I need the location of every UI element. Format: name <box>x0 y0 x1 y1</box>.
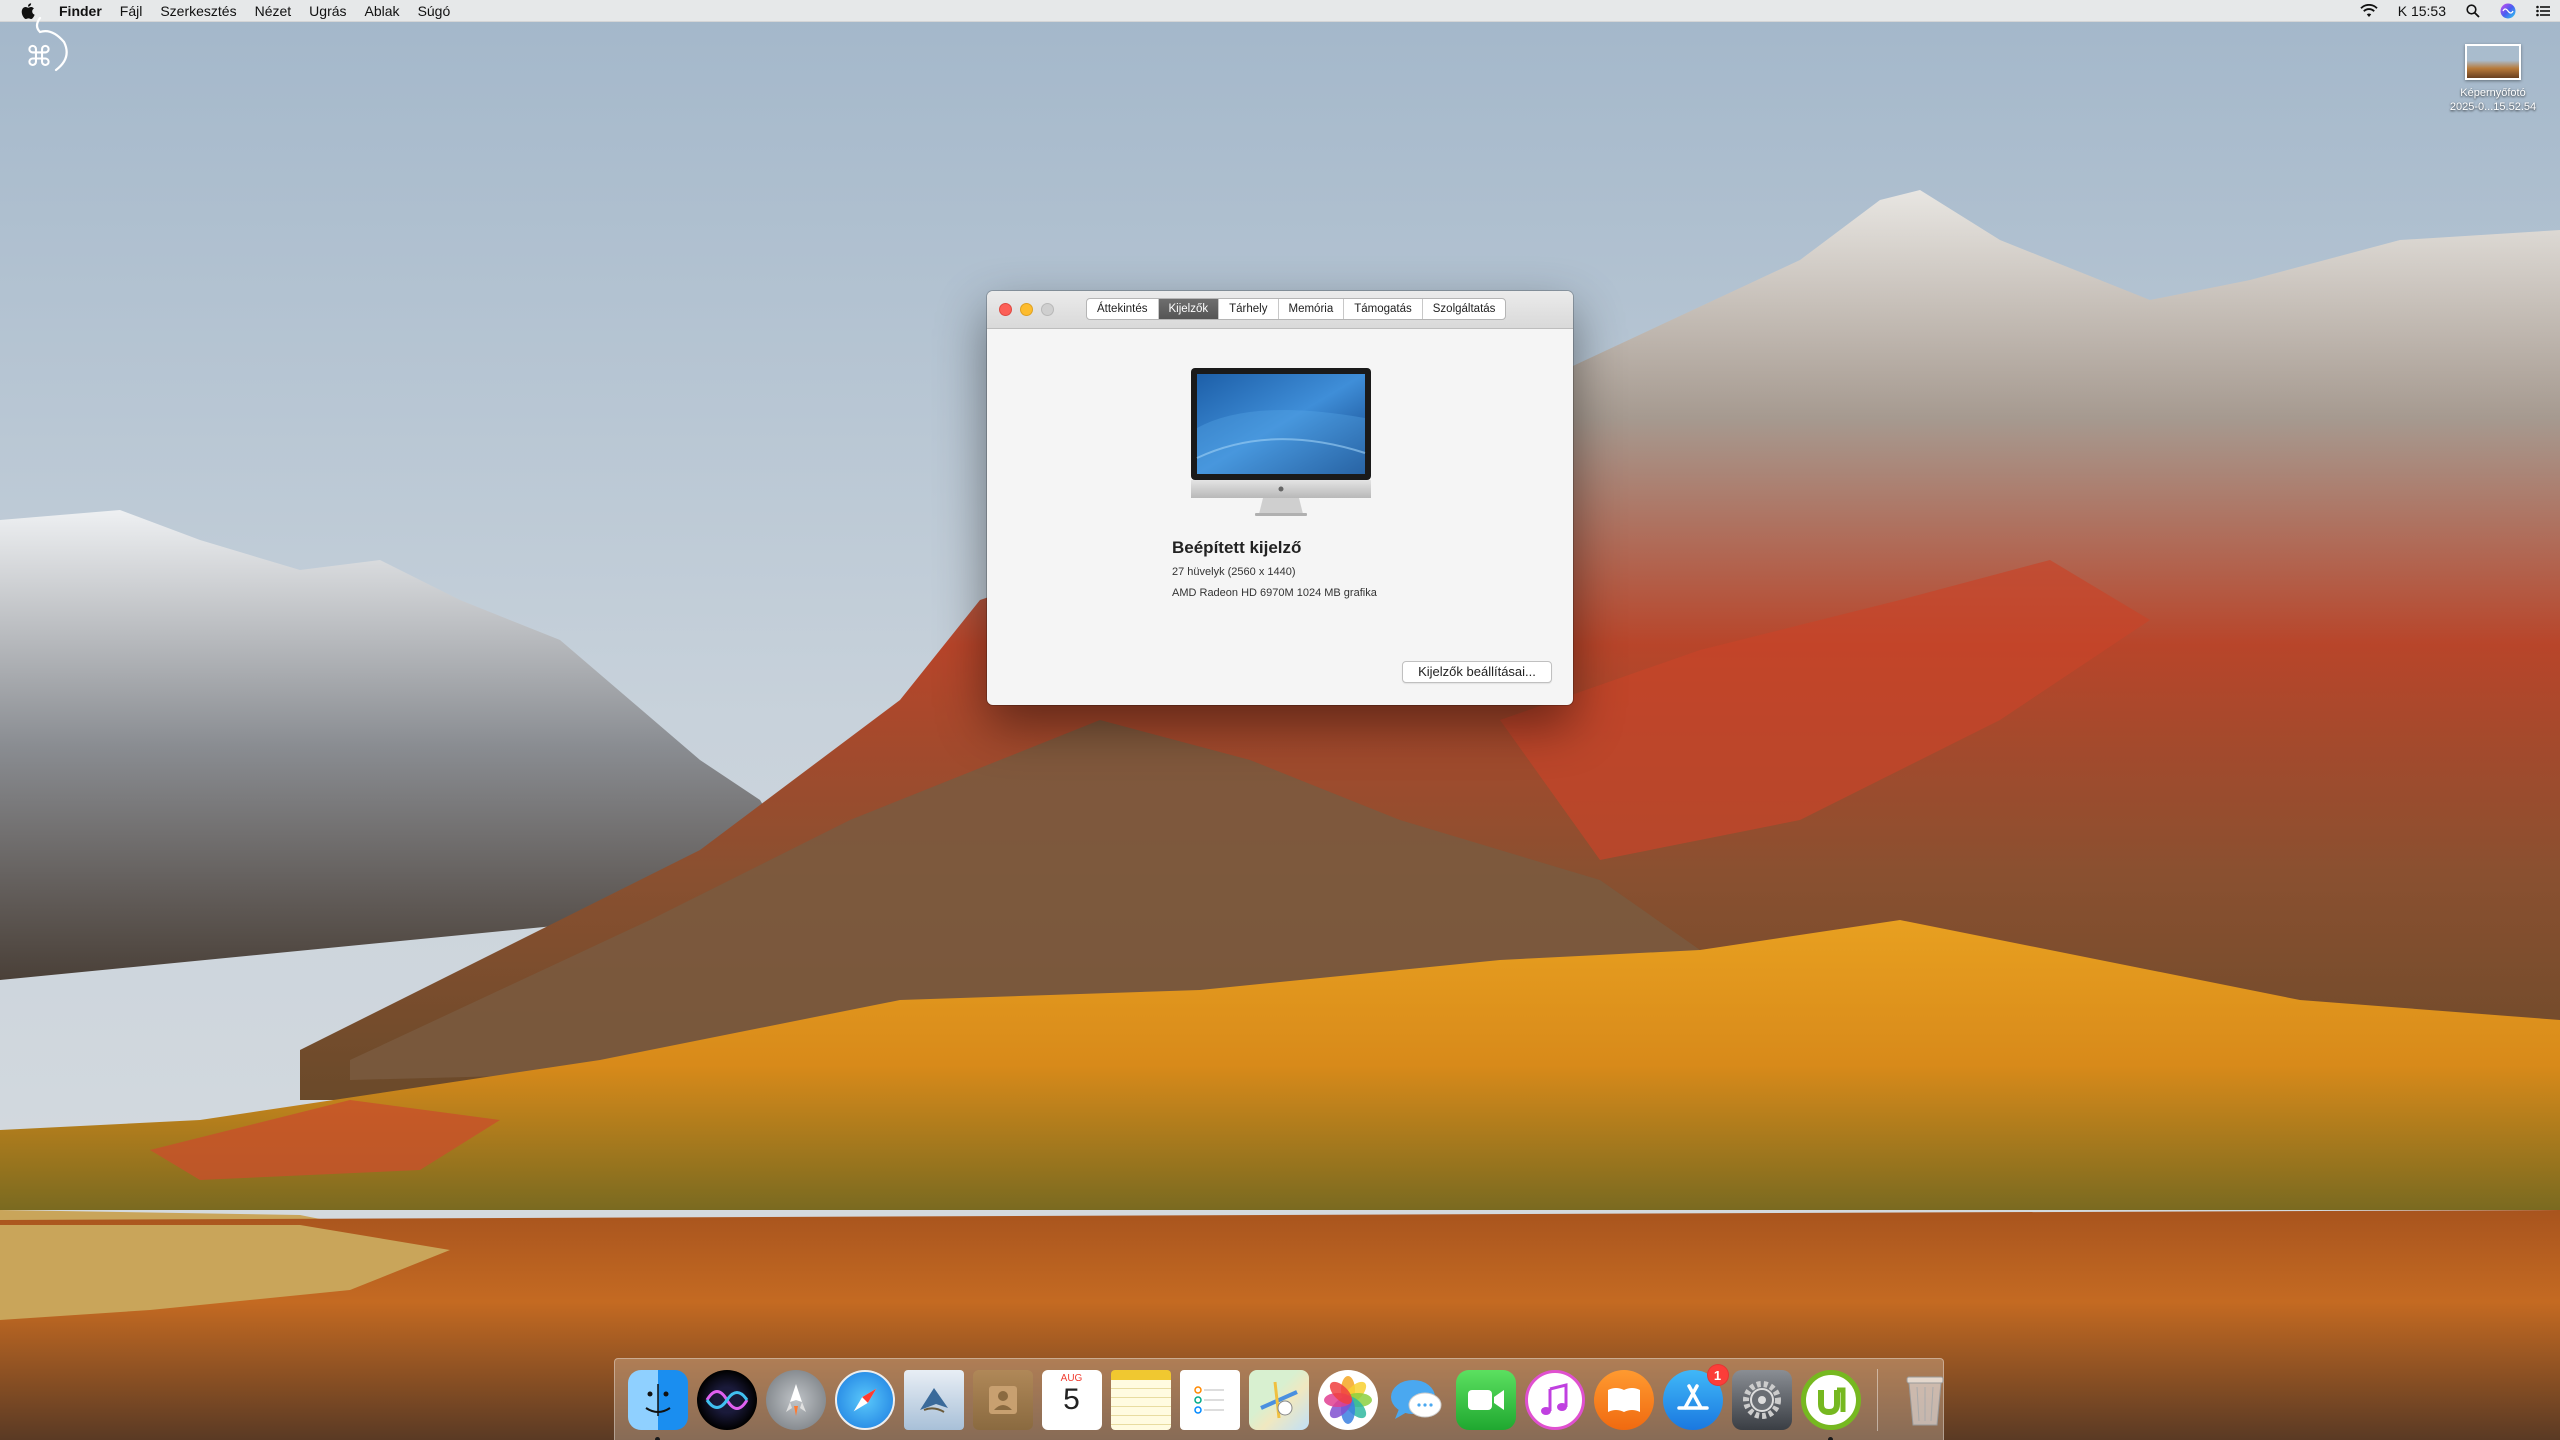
window-zoom-button[interactable] <box>1041 303 1054 316</box>
dock-mail[interactable] <box>902 1368 966 1432</box>
command-key-overlay-icon: ⌘ <box>22 16 72 76</box>
app-store-update-badge: 1 <box>1706 1363 1729 1386</box>
clock[interactable]: K 15:53 <box>2398 3 2446 19</box>
desktop-file-name: Képernyőfotó <box>2460 87 2526 99</box>
dock-utorrent[interactable] <box>1799 1368 1863 1440</box>
tab-memory[interactable]: Memória <box>1279 299 1345 319</box>
dock-contacts[interactable] <box>971 1368 1035 1432</box>
dock-photos[interactable] <box>1316 1368 1380 1432</box>
safari-icon <box>834 1369 895 1430</box>
facetime-icon <box>1455 1369 1516 1430</box>
menu-window[interactable]: Ablak <box>356 0 409 22</box>
dock-launchpad[interactable] <box>764 1368 828 1432</box>
dock-safari[interactable] <box>833 1368 897 1432</box>
siri-icon <box>696 1369 757 1430</box>
tab-overview[interactable]: Áttekintés <box>1087 299 1159 319</box>
desktop-wallpaper <box>0 0 2560 1440</box>
imac-display-icon <box>1191 368 1371 518</box>
dock-separator <box>1877 1368 1878 1431</box>
menu-bar: Finder Fájl Szerkesztés Nézet Ugrás Abla… <box>0 0 2560 22</box>
dock-app-store[interactable]: 1 <box>1661 1363 1729 1432</box>
contacts-icon <box>972 1369 1033 1430</box>
dock-siri[interactable] <box>695 1368 759 1432</box>
dock-maps[interactable] <box>1247 1368 1311 1432</box>
display-size: 27 hüvelyk (2560 x 1440) <box>1172 566 1296 578</box>
tab-storage[interactable]: Tárhely <box>1219 299 1279 319</box>
trash-icon <box>1895 1370 1955 1430</box>
display-title: Beépített kijelző <box>1172 538 1302 557</box>
dock-finder[interactable] <box>626 1368 690 1440</box>
dock-system-preferences[interactable] <box>1730 1368 1794 1432</box>
dock-notes[interactable] <box>1109 1368 1173 1432</box>
about-this-mac-window: Áttekintés Kijelzők Tárhely Memória Támo… <box>987 291 1573 705</box>
desktop-screenshot-file[interactable]: Képernyőfotó 2025-0...15.52.54 <box>2438 40 2548 114</box>
mail-icon <box>903 1369 964 1430</box>
maps-icon <box>1248 1369 1309 1430</box>
display-preferences-button[interactable]: Kijelzők beállításai... <box>1402 661 1552 683</box>
dock-reminders[interactable] <box>1178 1368 1242 1432</box>
window-content: Beépített kijelző 27 hüvelyk (2560 x 144… <box>987 329 1573 705</box>
running-indicator <box>655 1436 660 1440</box>
ibooks-icon <box>1593 1369 1654 1430</box>
svg-text:⌘: ⌘ <box>25 40 53 73</box>
screenshot-thumbnail <box>2465 44 2521 80</box>
dock-ibooks[interactable] <box>1592 1368 1656 1432</box>
dock-itunes[interactable] <box>1523 1368 1587 1432</box>
menu-go[interactable]: Ugrás <box>300 0 355 22</box>
window-close-button[interactable] <box>999 303 1012 316</box>
itunes-icon <box>1524 1369 1585 1430</box>
calendar-day: 5 <box>1063 1382 1080 1416</box>
messages-icon <box>1387 1370 1447 1430</box>
tab-support[interactable]: Támogatás <box>1344 299 1423 319</box>
notification-center-icon[interactable] <box>2536 5 2550 17</box>
dock-calendar[interactable]: AUG 5 <box>1040 1368 1104 1432</box>
tab-displays[interactable]: Kijelzők <box>1158 299 1220 319</box>
siri-icon[interactable] <box>2500 3 2516 19</box>
dock-facetime[interactable] <box>1454 1368 1518 1432</box>
dock-trash[interactable] <box>1893 1368 1957 1432</box>
running-indicator <box>1828 1436 1833 1440</box>
window-minimize-button[interactable] <box>1020 303 1033 316</box>
system-preferences-icon <box>1731 1369 1792 1430</box>
search-icon[interactable] <box>2466 3 2480 18</box>
launchpad-icon <box>765 1369 826 1430</box>
photos-icon <box>1317 1369 1378 1430</box>
utorrent-icon <box>1800 1369 1861 1430</box>
window-titlebar: Áttekintés Kijelzők Tárhely Memória Támo… <box>987 291 1573 329</box>
calendar-icon: AUG 5 <box>1041 1369 1102 1430</box>
tab-service[interactable]: Szolgáltatás <box>1423 299 1506 319</box>
menu-help[interactable]: Súgó <box>409 0 460 22</box>
menu-edit[interactable]: Szerkesztés <box>151 0 245 22</box>
menu-file[interactable]: Fájl <box>111 0 152 22</box>
menu-view[interactable]: Nézet <box>246 0 301 22</box>
graphics-info: AMD Radeon HD 6970M 1024 MB grafika <box>1172 587 1377 599</box>
dock-messages[interactable] <box>1385 1368 1449 1432</box>
dock: AUG 5 1 <box>614 1358 1944 1440</box>
tab-bar: Áttekintés Kijelzők Tárhely Memória Támo… <box>1086 298 1507 320</box>
wifi-icon[interactable] <box>2360 3 2378 18</box>
desktop-file-subtitle: 2025-0...15.52.54 <box>2449 101 2537 113</box>
finder-icon <box>627 1369 688 1430</box>
notes-icon <box>1110 1369 1171 1430</box>
calendar-month: AUG <box>1060 1372 1083 1384</box>
reminders-icon <box>1179 1369 1240 1430</box>
